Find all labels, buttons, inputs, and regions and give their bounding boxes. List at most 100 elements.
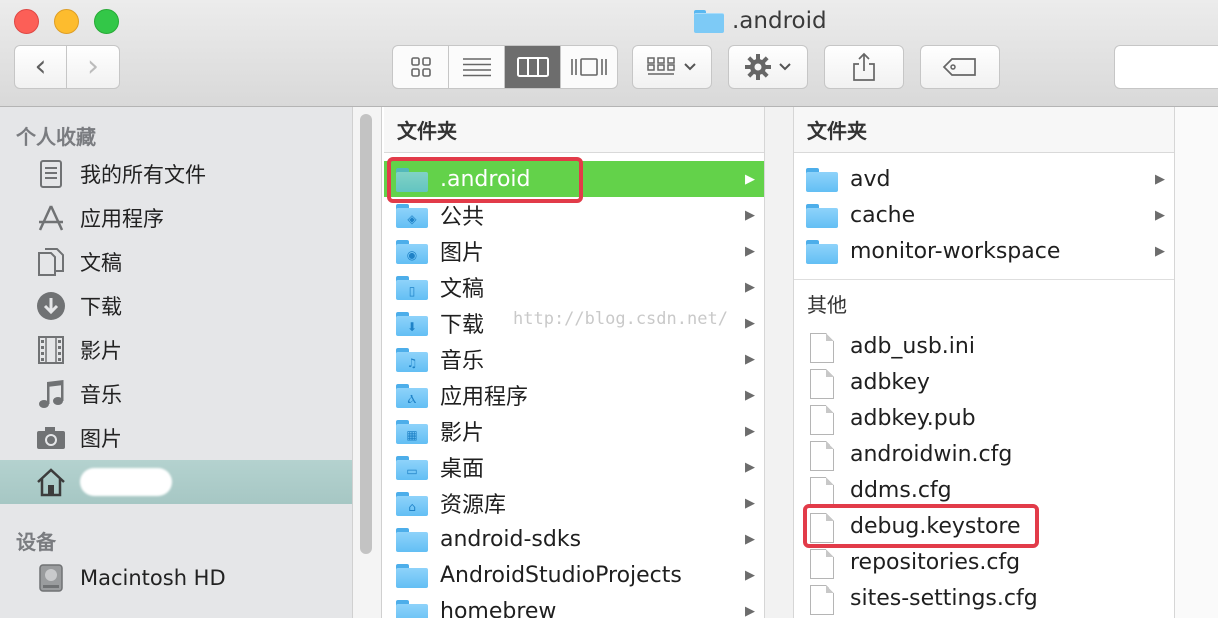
sidebar-item-macintosh-hd[interactable]: Macintosh HD (0, 556, 352, 600)
disclosure-arrow-icon: ▶ (745, 423, 755, 439)
list-item-monitor-workspace[interactable]: monitor-workspace ▶ (794, 233, 1174, 269)
gear-icon (745, 54, 771, 80)
share-button[interactable] (824, 45, 904, 89)
sidebar-item-label: 图片 (80, 427, 122, 451)
arrange-button[interactable] (632, 45, 712, 89)
sidebar-item-documents[interactable]: 文稿 (0, 240, 352, 284)
sidebar-item-label: 影片 (80, 339, 122, 363)
list-item-homebrew[interactable]: homebrew ▶ (384, 593, 764, 618)
list-item-android-sdks[interactable]: android-sdks ▶ (384, 521, 764, 557)
list-item-adbkey[interactable]: adbkey (794, 364, 1174, 400)
document-icon (806, 405, 838, 435)
tag-icon (942, 58, 976, 76)
list-item-pictures[interactable]: ◉ 图片 ▶ (384, 233, 764, 269)
list-item-repositories-cfg[interactable]: repositories.cfg (794, 544, 1174, 580)
list-view-button[interactable] (449, 46, 505, 88)
chevron-down-icon (684, 63, 696, 71)
tags-button[interactable] (920, 45, 1000, 89)
list-item-movies[interactable]: ▦ 影片 ▶ (384, 413, 764, 449)
list-item-desktop[interactable]: ▭ 桌面 ▶ (384, 449, 764, 485)
sidebar-item-label: 音乐 (80, 383, 122, 407)
home-icon (34, 466, 68, 498)
document-icon (806, 549, 838, 579)
desktop-folder-icon: ▭ (396, 454, 428, 480)
action-button[interactable] (728, 45, 808, 89)
folder-icon (396, 562, 428, 588)
search-field[interactable] (1114, 45, 1218, 89)
icon-grid-icon (410, 57, 431, 77)
disclosure-arrow-icon: ▶ (745, 387, 755, 403)
sidebar-item-pictures[interactable]: 图片 (0, 416, 352, 460)
sidebar-item-music[interactable]: 音乐 (0, 372, 352, 416)
chevron-left-icon: ‹ (34, 49, 47, 84)
section-divider (794, 279, 1174, 280)
disclosure-arrow-icon: ▶ (745, 351, 755, 367)
disclosure-arrow-icon: ▶ (745, 567, 755, 583)
title-bar: .android ‹ › (0, 0, 1218, 107)
list-item-applications[interactable]: Ⲁ 应用程序 ▶ (384, 377, 764, 413)
document-icon (806, 477, 838, 507)
list-item-androidstudioprojects[interactable]: AndroidStudioProjects ▶ (384, 557, 764, 593)
coverflow-view-button[interactable] (561, 46, 617, 88)
applications-folder-icon: Ⲁ (396, 382, 428, 408)
download-arrow-icon (34, 290, 68, 322)
chevron-right-icon: › (87, 49, 99, 84)
applications-icon (34, 202, 68, 234)
close-window-button[interactable] (14, 9, 39, 34)
document-icon (806, 441, 838, 471)
folder-icon (396, 598, 428, 618)
disclosure-arrow-icon: ▶ (745, 315, 755, 331)
column-splitter[interactable] (764, 107, 794, 618)
disclosure-arrow-icon: ▶ (745, 495, 755, 511)
document-icon (806, 369, 838, 399)
sidebar-item-all-files[interactable]: 我的所有文件 (0, 152, 352, 196)
list-item-ddms-cfg[interactable]: ddms.cfg (794, 472, 1174, 508)
column-splitter[interactable] (1174, 107, 1218, 618)
disclosure-arrow-icon: ▶ (1155, 243, 1165, 259)
sidebar-scrollbar[interactable] (360, 114, 372, 554)
list-item-documents[interactable]: ▯ 文稿 ▶ (384, 269, 764, 305)
columns-icon (516, 57, 549, 77)
window-title-text: .android (732, 8, 827, 34)
list-item-avd[interactable]: avd ▶ (794, 161, 1174, 197)
watermark-text: http://blog.csdn.net/ (513, 309, 728, 329)
window-title: .android (694, 6, 827, 36)
favorites-header: 个人收藏 (16, 125, 96, 149)
zoom-window-button[interactable] (94, 9, 119, 34)
sidebar-item-movies[interactable]: 影片 (0, 328, 352, 372)
arrange-grid-icon (647, 57, 675, 75)
list-item-adb-usb-ini[interactable]: adb_usb.ini (794, 328, 1174, 364)
forward-button[interactable]: › (66, 45, 120, 89)
film-icon (34, 334, 68, 366)
back-button[interactable]: ‹ (14, 45, 67, 89)
list-item-androidwin-cfg[interactable]: androidwin.cfg (794, 436, 1174, 472)
list-item-library[interactable]: ⌂ 资源库 ▶ (384, 485, 764, 521)
document-icon (806, 333, 838, 363)
minimize-window-button[interactable] (54, 9, 79, 34)
sidebar-item-label: 下载 (80, 295, 122, 319)
camera-icon (34, 422, 68, 454)
library-folder-icon: ⌂ (396, 490, 428, 516)
disclosure-arrow-icon: ▶ (745, 459, 755, 475)
document-icon (806, 585, 838, 615)
music-note-icon (34, 378, 68, 410)
documents-folder-icon: ▯ (396, 274, 428, 300)
list-item-adbkey-pub[interactable]: adbkey.pub (794, 400, 1174, 436)
chevron-down-icon (779, 63, 791, 71)
sidebar-item-downloads[interactable]: 下载 (0, 284, 352, 328)
icon-view-button[interactable] (393, 46, 449, 88)
list-item-music[interactable]: ♫ 音乐 ▶ (384, 341, 764, 377)
share-icon (853, 52, 875, 81)
column-view-button[interactable] (505, 46, 561, 88)
list-item-cache[interactable]: cache ▶ (794, 197, 1174, 233)
sidebar-item-applications[interactable]: 应用程序 (0, 196, 352, 240)
movies-folder-icon: ▦ (396, 418, 428, 444)
view-mode-control (392, 45, 618, 89)
folder-icon (806, 238, 838, 264)
all-files-icon (34, 158, 68, 190)
sidebar-item-home[interactable] (0, 460, 352, 504)
music-folder-icon: ♫ (396, 346, 428, 372)
devices-header: 设备 (16, 530, 56, 554)
disclosure-arrow-icon: ▶ (745, 243, 755, 259)
list-item-sites-settings-cfg[interactable]: sites-settings.cfg (794, 580, 1174, 616)
